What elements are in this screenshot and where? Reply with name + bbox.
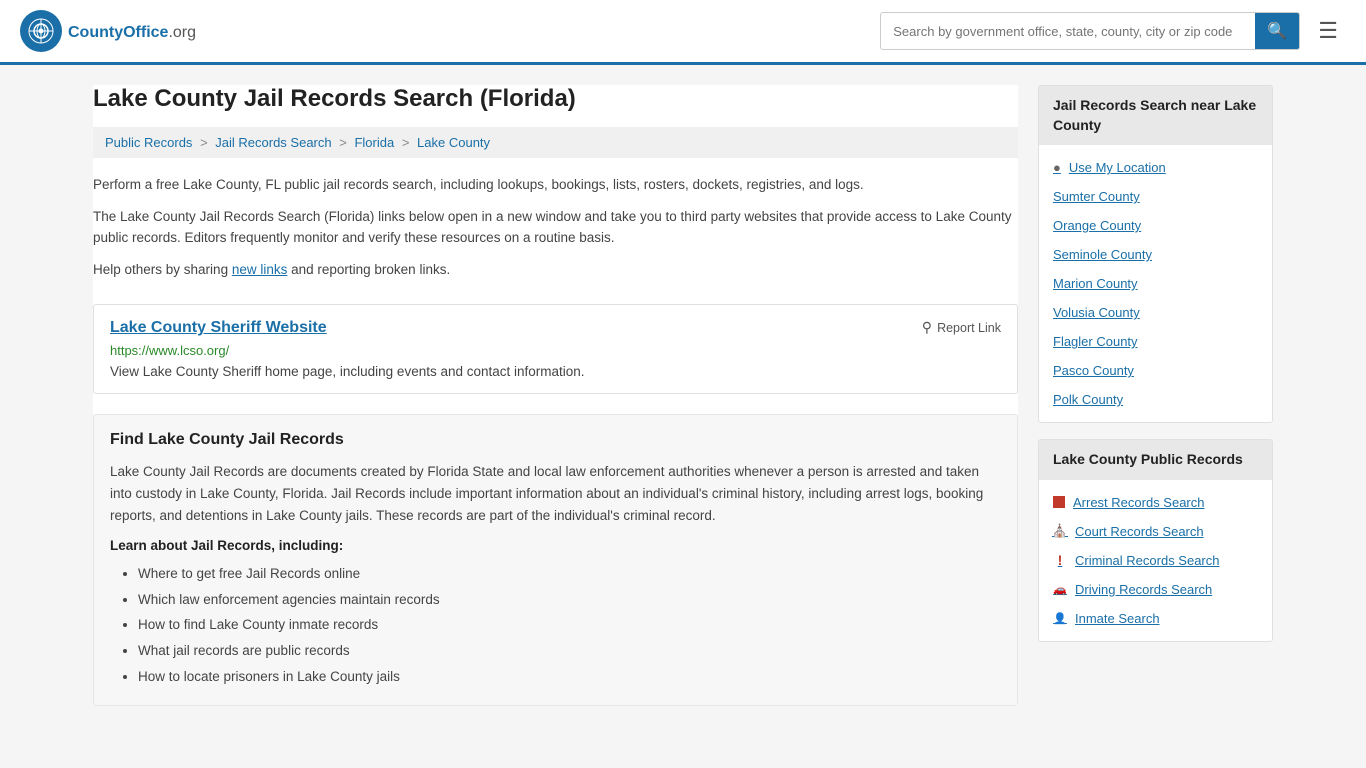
pasco-county-link[interactable]: Pasco County xyxy=(1039,356,1272,385)
description-1: Perform a free Lake County, FL public ja… xyxy=(93,174,1018,196)
link-url[interactable]: https://www.lcso.org/ xyxy=(110,343,1001,358)
list-item: Which law enforcement agencies maintain … xyxy=(138,587,1001,613)
nearby-section-title: Jail Records Search near Lake County xyxy=(1039,86,1272,145)
hamburger-menu-icon[interactable]: ☰ xyxy=(1310,14,1346,48)
seminole-county-link[interactable]: Seminole County xyxy=(1039,240,1272,269)
description-block: Perform a free Lake County, FL public ja… xyxy=(93,174,1018,304)
find-title: Find Lake County Jail Records xyxy=(110,431,1001,449)
arrest-icon xyxy=(1053,496,1065,508)
link-card-title[interactable]: Lake County Sheriff Website xyxy=(110,319,327,337)
court-icon: ⛪ xyxy=(1053,524,1067,538)
criminal-records-link[interactable]: ! Criminal Records Search xyxy=(1039,546,1272,575)
driving-icon: 🚗 xyxy=(1053,582,1067,596)
description-3: Help others by sharing new links and rep… xyxy=(93,259,1018,281)
volusia-county-link[interactable]: Volusia County xyxy=(1039,298,1272,327)
criminal-icon: ! xyxy=(1053,553,1067,567)
new-links-link[interactable]: new links xyxy=(232,262,288,277)
link-card: Lake County Sheriff Website ⚲ Report Lin… xyxy=(93,304,1018,394)
list-item: What jail records are public records xyxy=(138,638,1001,664)
link-description: View Lake County Sheriff home page, incl… xyxy=(110,364,1001,379)
learn-list: Where to get free Jail Records online Wh… xyxy=(110,561,1001,689)
list-item: How to find Lake County inmate records xyxy=(138,612,1001,638)
marion-county-link[interactable]: Marion County xyxy=(1039,269,1272,298)
flagler-county-link[interactable]: Flagler County xyxy=(1039,327,1272,356)
page-title: Lake County Jail Records Search (Florida… xyxy=(93,85,1018,113)
orange-county-link[interactable]: Orange County xyxy=(1039,211,1272,240)
find-section: Find Lake County Jail Records Lake Count… xyxy=(93,414,1018,706)
logo-icon xyxy=(20,10,62,52)
public-records-links: Arrest Records Search ⛪ Court Records Se… xyxy=(1039,480,1272,641)
search-button[interactable]: 🔍 xyxy=(1255,13,1299,49)
driving-records-link[interactable]: 🚗 Driving Records Search xyxy=(1039,575,1272,604)
list-item: How to locate prisoners in Lake County j… xyxy=(138,664,1001,690)
public-records-section-title: Lake County Public Records xyxy=(1039,440,1272,480)
breadcrumb-florida[interactable]: Florida xyxy=(354,135,394,150)
public-records-section: Lake County Public Records Arrest Record… xyxy=(1038,439,1273,642)
sidebar: Jail Records Search near Lake County ● U… xyxy=(1038,85,1273,706)
site-header: CountyOffice.org 🔍 ☰ xyxy=(0,0,1366,65)
location-icon: ● xyxy=(1053,160,1061,175)
nearby-section: Jail Records Search near Lake County ● U… xyxy=(1038,85,1273,423)
main-container: Lake County Jail Records Search (Florida… xyxy=(73,65,1293,726)
logo-area[interactable]: CountyOffice.org xyxy=(20,10,196,52)
inmate-icon: 👤 xyxy=(1053,611,1067,625)
main-content: Lake County Jail Records Search (Florida… xyxy=(93,85,1018,706)
breadcrumb-jail-records[interactable]: Jail Records Search xyxy=(215,135,331,150)
search-bar: 🔍 xyxy=(880,12,1300,50)
find-text: Lake County Jail Records are documents c… xyxy=(110,461,1001,526)
search-input[interactable] xyxy=(881,16,1255,47)
polk-county-link[interactable]: Polk County xyxy=(1039,385,1272,414)
report-link-button[interactable]: ⚲ Report Link xyxy=(922,319,1001,336)
logo-text: CountyOffice.org xyxy=(68,20,196,43)
breadcrumb-lake-county[interactable]: Lake County xyxy=(417,135,490,150)
report-icon: ⚲ xyxy=(922,319,932,336)
link-card-header: Lake County Sheriff Website ⚲ Report Lin… xyxy=(110,319,1001,337)
nearby-links: ● Use My Location Sumter County Orange C… xyxy=(1039,145,1272,422)
breadcrumb: Public Records > Jail Records Search > F… xyxy=(93,127,1018,158)
sumter-county-link[interactable]: Sumter County xyxy=(1039,182,1272,211)
learn-title: Learn about Jail Records, including: xyxy=(110,538,1001,553)
court-records-link[interactable]: ⛪ Court Records Search xyxy=(1039,517,1272,546)
header-right: 🔍 ☰ xyxy=(880,12,1346,50)
use-location-link[interactable]: ● Use My Location xyxy=(1039,153,1272,182)
list-item: Where to get free Jail Records online xyxy=(138,561,1001,587)
arrest-records-link[interactable]: Arrest Records Search xyxy=(1039,488,1272,517)
inmate-search-link[interactable]: 👤 Inmate Search xyxy=(1039,604,1272,633)
description-2: The Lake County Jail Records Search (Flo… xyxy=(93,206,1018,249)
breadcrumb-public-records[interactable]: Public Records xyxy=(105,135,192,150)
